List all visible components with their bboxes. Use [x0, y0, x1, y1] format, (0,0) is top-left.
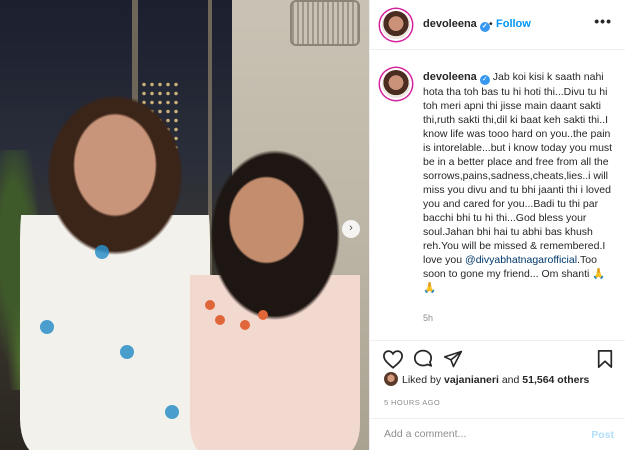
caption-area: devoleena ✓ Jab koi kisi k saath nahi hot… — [370, 51, 625, 331]
follow-button[interactable]: Follow — [496, 18, 531, 30]
heart-icon[interactable] — [382, 349, 404, 369]
posted-timestamp[interactable]: 5 HOURS AGO — [384, 398, 440, 407]
caption-timestamp[interactable]: 5h — [423, 313, 433, 323]
instagram-post: › devoleena ✓ • Follow ••• devoleena ✓ Jab… — [0, 0, 625, 450]
caption-text: Jab koi kisi k saath nahi hota tha toh b… — [423, 71, 613, 266]
caption: devoleena ✓ Jab koi kisi k saath nahi hot… — [423, 70, 618, 295]
action-bar — [370, 340, 625, 370]
avatar[interactable] — [382, 11, 410, 39]
post-photo[interactable]: › — [0, 0, 369, 450]
post-header: devoleena ✓ • Follow ••• — [370, 0, 625, 50]
username[interactable]: devoleena — [423, 18, 477, 30]
photo-person-right — [190, 150, 360, 450]
share-icon[interactable] — [443, 349, 463, 369]
header-separator: • — [489, 18, 493, 30]
photo-exhaust-fan — [290, 0, 360, 46]
caption-avatar[interactable] — [382, 70, 410, 98]
comment-icon[interactable] — [412, 349, 434, 369]
verified-badge-icon: ✓ — [479, 75, 490, 85]
likes-middle: and — [498, 374, 523, 386]
comment-bar: Post — [370, 418, 625, 450]
post-side-panel: devoleena ✓ • Follow ••• devoleena ✓ Jab k… — [369, 0, 625, 450]
post-comment-button[interactable]: Post — [591, 429, 614, 441]
comment-input[interactable] — [384, 428, 564, 440]
likes-count[interactable]: 51,564 others — [522, 374, 589, 386]
likes-summary: Liked by vajanianeri and 51,564 others — [384, 372, 589, 386]
photo-person-left — [20, 95, 210, 450]
caption-username[interactable]: devoleena — [423, 71, 477, 83]
likes-prefix: Liked by — [402, 374, 445, 386]
next-photo-button[interactable]: › — [342, 220, 360, 238]
more-options-icon[interactable]: ••• — [594, 13, 612, 29]
bookmark-icon[interactable] — [596, 349, 614, 369]
caption-mention-link[interactable]: @divyabhatnagarofficial — [465, 254, 577, 266]
liker-username[interactable]: vajanianeri — [444, 374, 499, 386]
liker-avatar[interactable] — [384, 372, 398, 386]
username-link[interactable]: devoleena ✓ — [423, 18, 490, 32]
